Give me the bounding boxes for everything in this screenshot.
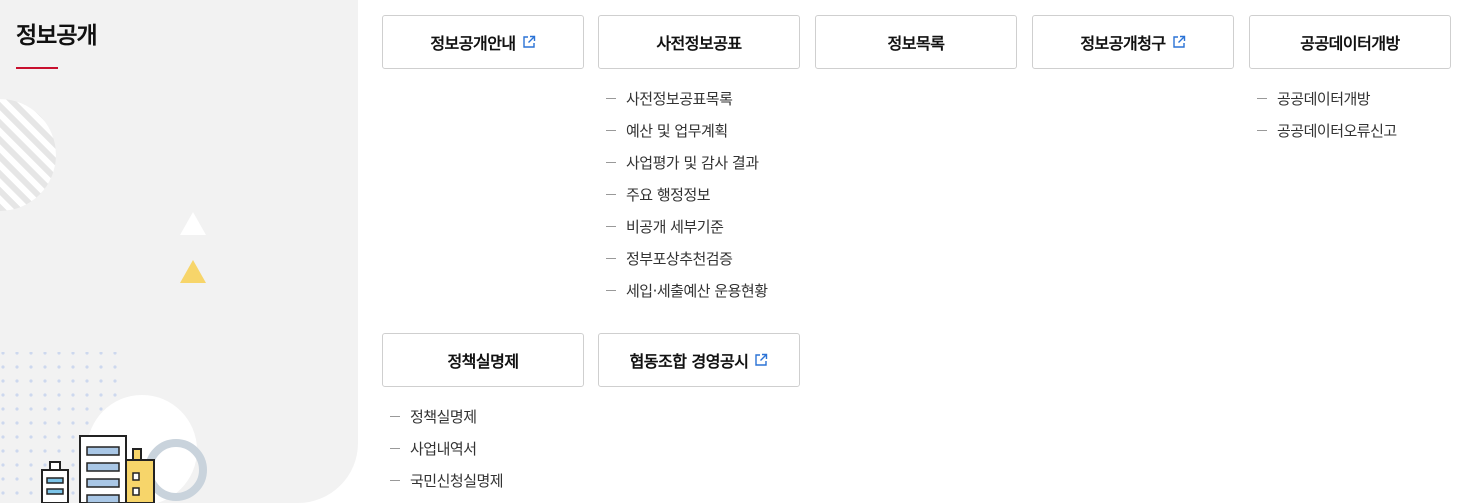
menu-button-label: 사전정보공표: [656, 34, 742, 53]
submenu-item-label: 정책실명제: [410, 407, 477, 426]
dash-icon: [390, 415, 400, 417]
sidebar-title: 정보공개: [16, 23, 98, 49]
submenu-item-label: 비공개 세부기준: [626, 217, 724, 236]
dash-icon: [606, 129, 616, 131]
dash-icon: [606, 193, 616, 195]
submenu-item-label: 주요 행정정보: [626, 185, 711, 204]
submenu-item[interactable]: 비공개 세부기준: [606, 210, 768, 242]
pre-disclosure-submenu: 사전정보공표목록 예산 및 업무계획 사업평가 및 감사 결과 주요 행정정보 …: [606, 82, 768, 306]
dash-icon: [606, 225, 616, 227]
menu-button-policy-name[interactable]: 정책실명제: [382, 333, 584, 387]
submenu-item[interactable]: 주요 행정정보: [606, 178, 768, 210]
submenu-item-label: 정부포상추천검증: [626, 249, 733, 268]
policy-submenu: 정책실명제 사업내역서 국민신청실명제: [390, 400, 504, 496]
submenu-item[interactable]: 정부포상추천검증: [606, 242, 768, 274]
menu-button-info-list[interactable]: 정보목록: [815, 15, 1017, 69]
menu-button-coop-disclosure[interactable]: 협동조합 경영공시: [598, 333, 800, 387]
submenu-item[interactable]: 사전정보공표목록: [606, 82, 768, 114]
submenu-item-label: 공공데이터개방: [1277, 89, 1371, 108]
menu-button-open-data[interactable]: 공공데이터개방: [1249, 15, 1451, 69]
sidebar: 정보공개: [0, 0, 358, 503]
submenu-item[interactable]: 사업내역서: [390, 432, 503, 464]
menu-button-label: 정보목록: [887, 34, 945, 53]
dash-icon: [606, 97, 616, 99]
submenu-item-label: 국민신청실명제: [410, 471, 504, 490]
submenu-item-label: 공공데이터오류신고: [1277, 121, 1397, 140]
dash-icon: [606, 289, 616, 291]
menu-button-info-request[interactable]: 정보공개청구: [1032, 15, 1234, 69]
submenu-item-label: 예산 및 업무계획: [626, 121, 728, 140]
menu-button-label: 정책실명제: [447, 352, 519, 371]
menu-button-info-guide[interactable]: 정보공개안내: [382, 15, 584, 69]
dash-icon: [606, 257, 616, 259]
external-link-icon: [755, 353, 768, 366]
submenu-item[interactable]: 국민신청실명제: [390, 464, 504, 496]
dash-icon: [606, 161, 616, 163]
external-link-icon: [1172, 35, 1185, 48]
menu-button-label: 공공데이터개방: [1300, 34, 1400, 53]
submenu-item-label: 세입·세출예산 운용현황: [626, 281, 768, 300]
dash-icon: [390, 447, 400, 449]
submenu-item-label: 사업평가 및 감사 결과: [626, 153, 759, 172]
dash-icon: [1257, 97, 1267, 99]
menu-button-label: 정보공개안내: [430, 34, 516, 53]
open-data-submenu: 공공데이터개방 공공데이터오류신고: [1257, 82, 1397, 146]
submenu-item[interactable]: 공공데이터오류신고: [1257, 114, 1397, 146]
submenu-item[interactable]: 사업평가 및 감사 결과: [606, 146, 768, 178]
title-underline: [16, 67, 58, 69]
dash-icon: [1257, 129, 1267, 131]
submenu-item[interactable]: 공공데이터개방: [1257, 82, 1397, 114]
external-link-icon: [522, 35, 535, 48]
menu-button-label: 정보공개청구: [1080, 34, 1166, 53]
submenu-item-label: 사전정보공표목록: [626, 89, 733, 108]
submenu-item-label: 사업내역서: [410, 439, 477, 458]
building-illustration: [0, 99, 207, 503]
submenu-item[interactable]: 예산 및 업무계획: [606, 114, 768, 146]
menu-button-label: 협동조합 경영공시: [629, 352, 749, 371]
dash-icon: [390, 479, 400, 481]
menu-button-pre-disclosure[interactable]: 사전정보공표: [598, 15, 800, 69]
submenu-item[interactable]: 정책실명제: [390, 400, 503, 432]
submenu-item[interactable]: 세입·세출예산 운용현황: [606, 274, 768, 306]
